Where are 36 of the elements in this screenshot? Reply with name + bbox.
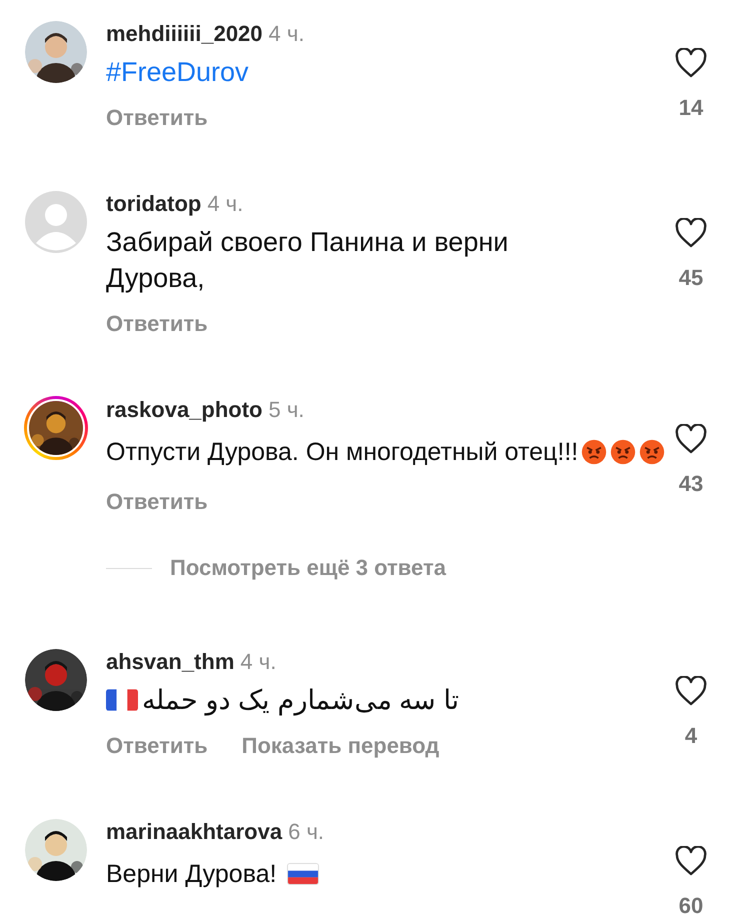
flag-icon: [106, 689, 138, 711]
comment-action-button[interactable]: Ответить: [106, 732, 208, 760]
username-link[interactable]: toridatop: [106, 190, 202, 218]
heart-icon[interactable]: [675, 676, 707, 706]
comment-time: 4 ч.: [240, 648, 276, 676]
angry-face-icon: [639, 439, 666, 465]
angry-face-icon: [610, 439, 636, 465]
comment-text: Верни Дурова!: [106, 859, 277, 890]
comment-time: 6 ч.: [288, 818, 324, 846]
angry-face-icon: [581, 439, 608, 465]
view-replies-button[interactable]: Посмотреть ещё 3 ответа: [170, 554, 446, 582]
comment-text: Отпусти Дурова. Он многодетный отец!!!: [106, 437, 578, 468]
like-count: 60: [678, 892, 704, 915]
comment-time: 5 ч.: [268, 396, 304, 424]
comment-action-button[interactable]: Ответить: [106, 488, 208, 516]
heart-icon[interactable]: [675, 48, 707, 78]
like-count: 43: [678, 470, 704, 498]
username-link[interactable]: ahsvan_thm: [106, 648, 234, 676]
comment-text: تا سه می‌شمارم یک دو حمله: [142, 684, 460, 718]
like-count: 45: [678, 264, 704, 292]
heart-icon[interactable]: [675, 424, 707, 454]
hashtag-link[interactable]: #FreeDurov: [106, 54, 249, 90]
heart-icon[interactable]: [675, 218, 707, 248]
comment-text: Забирай своего Панина и верни Дурова,: [106, 226, 510, 295]
comment-time: 4 ч.: [207, 190, 244, 218]
like-count: 14: [678, 94, 704, 122]
comment-time: 4 ч.: [268, 20, 304, 48]
like-count: 4: [684, 722, 698, 750]
comment-action-button[interactable]: Ответить: [106, 310, 208, 338]
comment-action-button[interactable]: Показать перевод: [242, 732, 440, 760]
comment-action-button[interactable]: Ответить: [106, 104, 208, 132]
username-link[interactable]: mehdiiiiii_2020: [106, 20, 263, 48]
username-link[interactable]: marinaakhtarova: [106, 818, 282, 846]
heart-icon[interactable]: [675, 846, 707, 876]
flag-icon: [286, 863, 319, 885]
username-link[interactable]: raskova_photo: [106, 396, 262, 424]
